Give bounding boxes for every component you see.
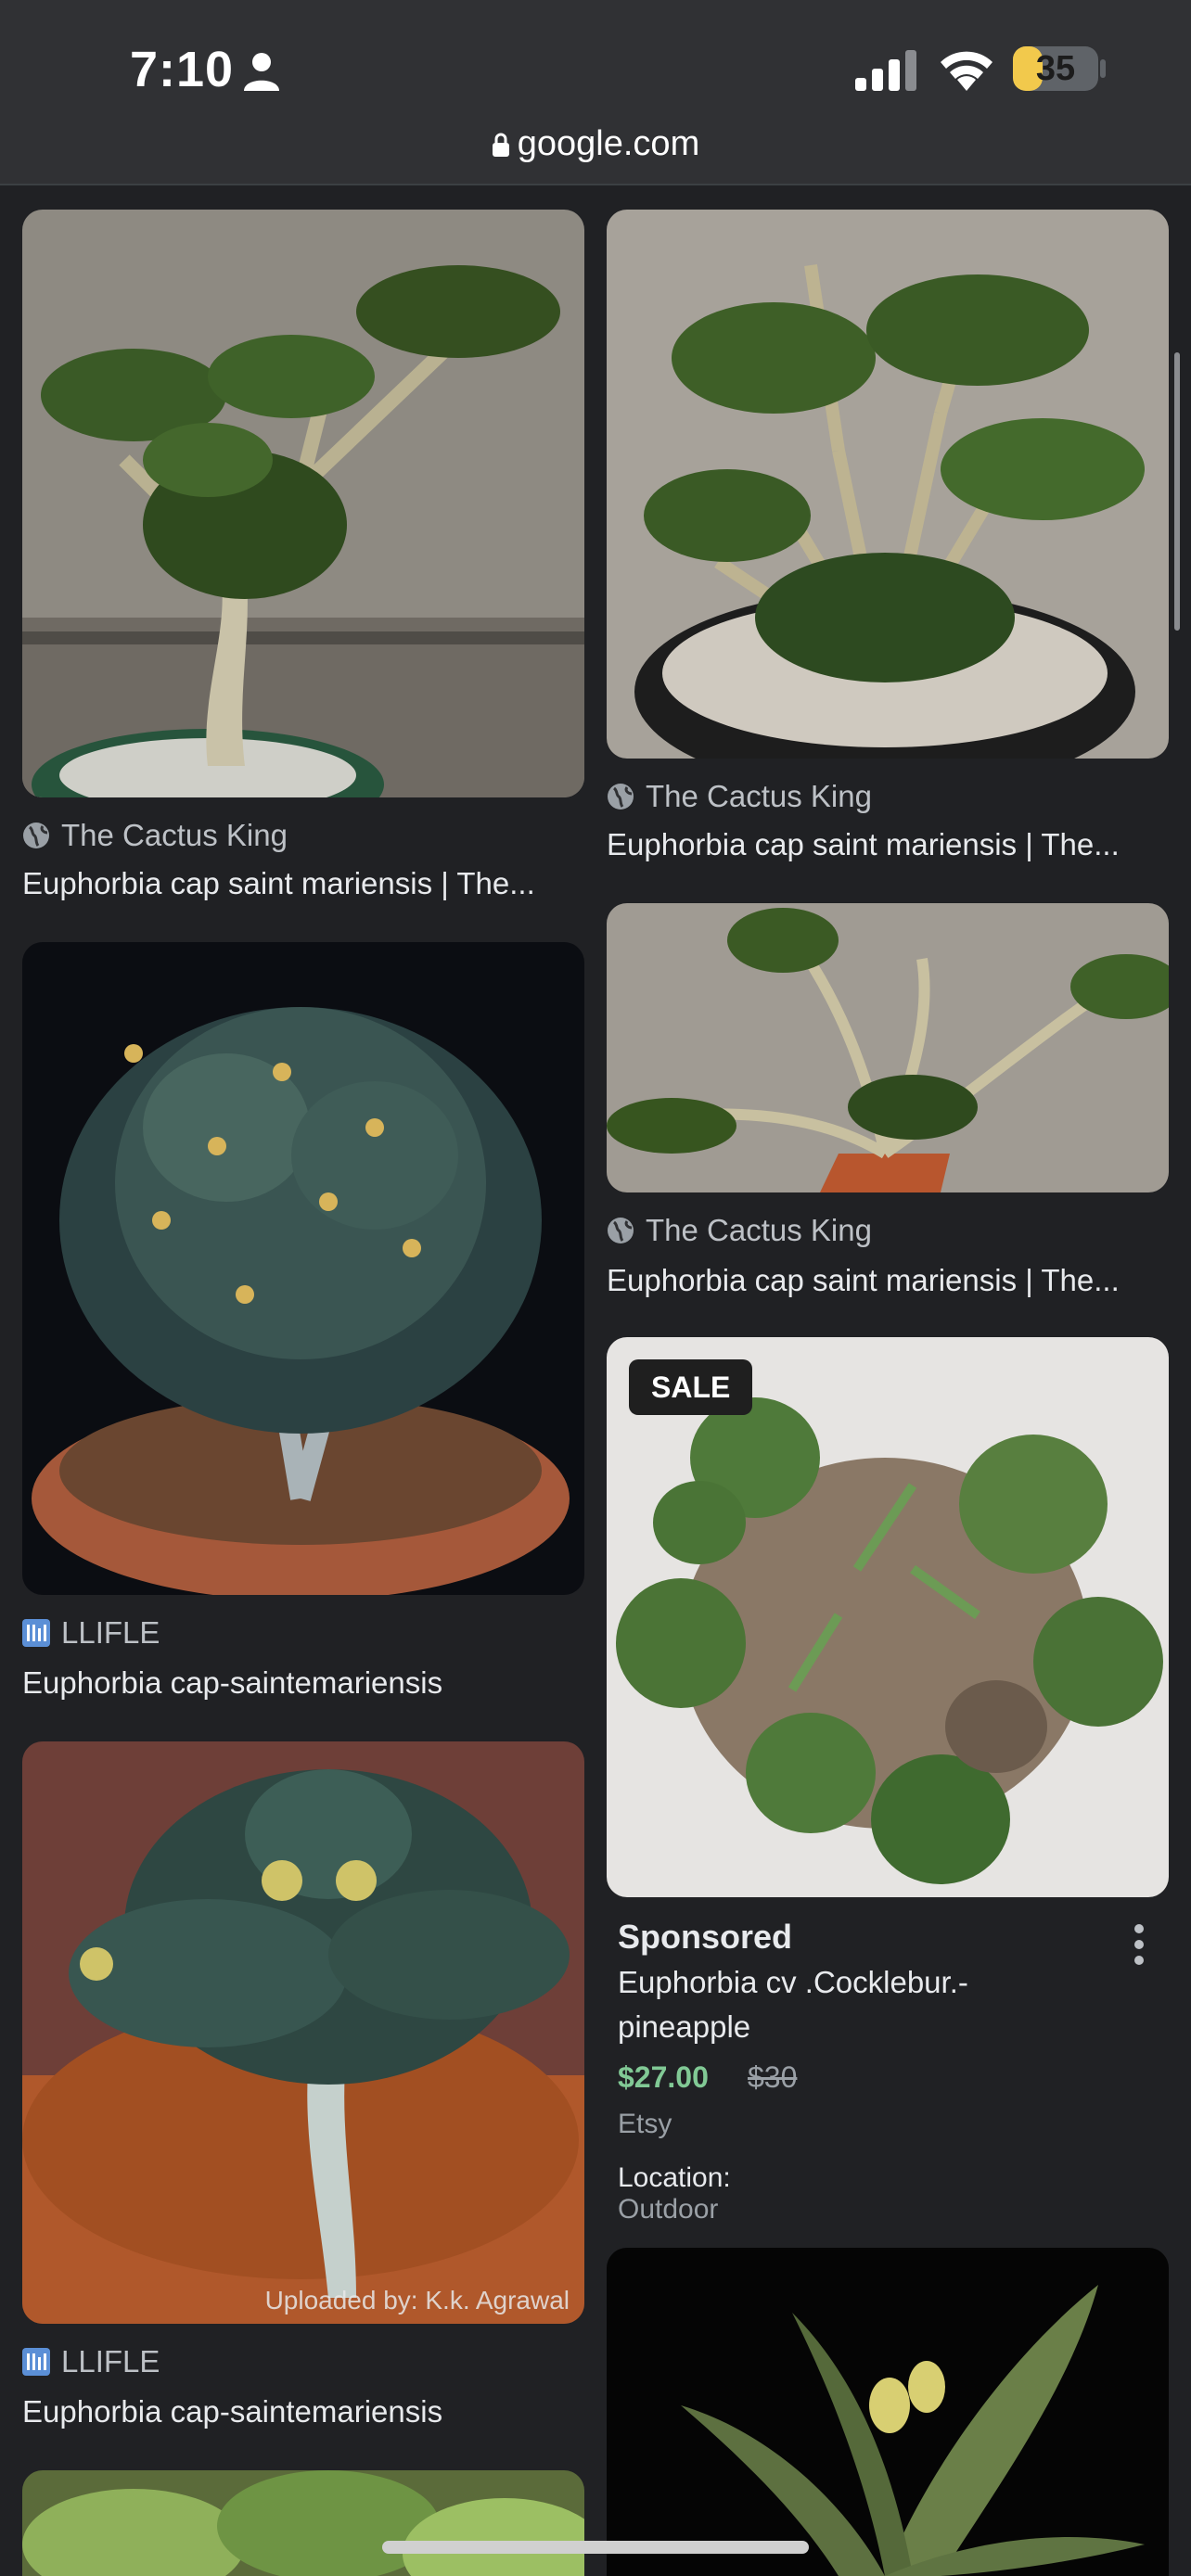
result-image-3[interactable]: [607, 903, 1169, 1192]
result-image-1[interactable]: [22, 210, 584, 797]
result-title-4[interactable]: Euphorbia cap-saintemariensis: [22, 1665, 442, 1701]
plant-photo-1: [22, 210, 584, 797]
battery-icon: 35: [1013, 46, 1098, 91]
result-source-label: LLIFLE: [61, 2344, 160, 2378]
result-title-5[interactable]: Euphorbia cap-saintemariensis: [22, 2394, 442, 2429]
result-image-6[interactable]: [22, 2470, 584, 2576]
result-title-2[interactable]: Euphorbia cap saint mariensis | The...: [607, 827, 1120, 862]
plant-photo-2: [607, 210, 1169, 759]
ad-location-label: Location:: [618, 2162, 731, 2193]
result-image-5[interactable]: Uploaded by: K.k. Agrawal: [22, 1741, 584, 2324]
result-source-label: The Cactus King: [646, 779, 872, 813]
sponsored-label: Sponsored: [618, 1918, 793, 1956]
result-source-4[interactable]: LLIFLE: [22, 1615, 160, 1651]
result-source-5[interactable]: LLIFLE: [22, 2344, 160, 2379]
result-image-2[interactable]: [607, 210, 1169, 759]
plant-photo-7: [607, 2248, 1169, 2576]
ad-old-price: $30: [748, 2060, 798, 2094]
wifi-icon: [941, 51, 992, 91]
status-time: 7:10: [130, 42, 235, 97]
result-image-4[interactable]: [22, 942, 584, 1595]
plant-photo-3: [607, 903, 1169, 1192]
browser-top-bar: 7:10 35 google.com: [0, 0, 1191, 185]
more-vert-icon[interactable]: [1130, 1923, 1148, 1966]
ad-price: $27.00: [618, 2060, 709, 2094]
llifle-favicon: [22, 2348, 50, 2376]
plant-photo-6: [22, 2470, 584, 2576]
battery-level: 35: [1035, 49, 1076, 88]
llifle-favicon: [22, 1619, 50, 1647]
home-indicator[interactable]: [382, 2541, 809, 2554]
signal-icon: [855, 50, 916, 91]
result-image-7[interactable]: [607, 2248, 1169, 2576]
url-bar[interactable]: google.com: [0, 124, 1191, 164]
ad-location-value: Outdoor: [618, 2194, 719, 2225]
ad-title[interactable]: Euphorbia cv .Cocklebur.-pineapple: [618, 1960, 1063, 2049]
plant-photo-4: [22, 942, 584, 1595]
result-source-label: The Cactus King: [646, 1213, 872, 1247]
photo-watermark: Uploaded by: K.k. Agrawal: [265, 2286, 570, 2315]
globe-icon: [23, 823, 49, 848]
url-domain: google.com: [517, 124, 700, 163]
result-source-2[interactable]: The Cactus King: [607, 779, 872, 814]
plant-photo-5: Uploaded by: K.k. Agrawal: [22, 1741, 584, 2324]
ad-seller: Etsy: [618, 2109, 672, 2139]
result-source-1[interactable]: The Cactus King: [22, 818, 288, 853]
result-title-3[interactable]: Euphorbia cap saint mariensis | The...: [607, 1263, 1120, 1298]
result-source-3[interactable]: The Cactus King: [607, 1213, 872, 1248]
result-title-1[interactable]: Euphorbia cap saint mariensis | The...: [22, 866, 535, 901]
scrollbar[interactable]: [1174, 352, 1180, 631]
plant-photo-ad: [607, 1337, 1169, 1897]
lock-icon: [492, 133, 509, 157]
ad-location: Location: Outdoor: [618, 2162, 731, 2225]
sale-badge: SALE: [629, 1359, 753, 1415]
result-source-label: The Cactus King: [61, 818, 288, 852]
ad-image[interactable]: SALE: [607, 1337, 1169, 1897]
globe-icon: [608, 784, 634, 810]
globe-icon: [608, 1218, 634, 1243]
result-source-label: LLIFLE: [61, 1615, 160, 1650]
person-icon: [244, 53, 279, 91]
battery-nub: [1100, 59, 1106, 78]
